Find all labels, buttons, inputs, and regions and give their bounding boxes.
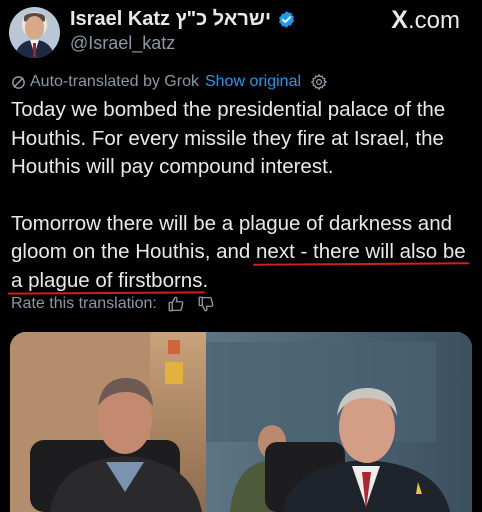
avatar[interactable] <box>9 7 60 58</box>
tweet-paragraph-2-end: . <box>202 268 209 292</box>
translation-label: Auto-translated by Grok <box>30 73 199 90</box>
thumbs-down-icon[interactable] <box>197 295 215 313</box>
tweet-text: Today we bombed the presidential palace … <box>11 96 477 295</box>
settings-icon[interactable] <box>310 73 328 91</box>
red-underline-highlight-1: next - there will also be <box>256 240 466 263</box>
user-handle[interactable]: @Israel_katz <box>70 33 175 54</box>
rate-translation-row: Rate this translation: <box>11 295 215 313</box>
tweet-paragraph-1: Today we bombed the presidential palace … <box>11 98 446 178</box>
site-logo-suffix: .com <box>407 7 460 34</box>
show-original-link[interactable]: Show original <box>205 73 301 91</box>
rate-translation-label: Rate this translation: <box>11 295 157 312</box>
translation-row: Auto-translated by Grok Show original <box>11 73 328 91</box>
tweet-photo[interactable] <box>10 332 472 512</box>
tweet-paragraph-2: Tomorrow there will be a plague of darkn… <box>11 210 477 296</box>
site-logo: X .com <box>391 6 460 35</box>
thumbs-up-icon[interactable] <box>167 295 185 313</box>
display-name[interactable]: Israel Katz ישראל כ"ץ <box>70 8 271 31</box>
grok-icon <box>12 75 25 89</box>
verified-badge-icon <box>279 11 295 28</box>
red-underline-highlight-2: a plague of firstborns <box>11 268 203 292</box>
photo-illustration <box>10 332 472 512</box>
x-logo: X <box>391 6 408 34</box>
display-name-row[interactable]: Israel Katz ישראל כ"ץ <box>70 8 296 31</box>
